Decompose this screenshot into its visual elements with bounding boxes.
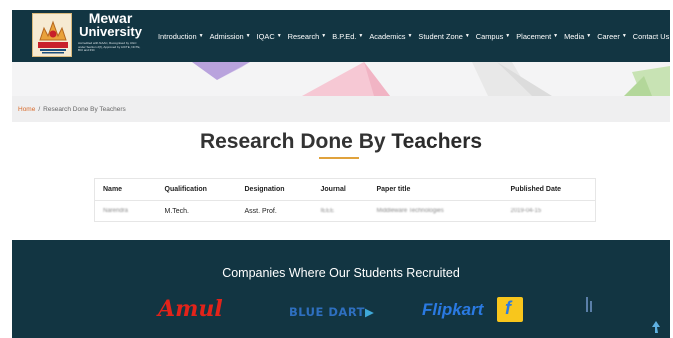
site-header: Mewar University Accredited with NAAC, R… <box>12 10 673 62</box>
nav-label: Research <box>287 31 320 41</box>
main-nav: Introduction ▼ Admission ▼ IQAC ▼ Research ▼… <box>158 10 673 62</box>
nav-item-admission[interactable]: Admission ▼ <box>210 32 251 41</box>
title-underline <box>319 157 359 159</box>
nav-item-bped[interactable]: B.P.Ed. ▼ <box>332 32 363 41</box>
nav-label: Academics <box>369 31 406 41</box>
page-title-part3: By <box>358 130 386 153</box>
bluedart-arrow-icon: ▶ <box>365 305 375 319</box>
nav-item-media[interactable]: Media ▼ <box>564 32 591 41</box>
paper-planes-graphic <box>192 62 670 96</box>
cell-designation: Asst. Prof. <box>236 200 313 222</box>
arrow-up-icon <box>652 321 660 333</box>
nav-item-student-zone[interactable]: Student Zone ▼ <box>418 32 469 41</box>
column-header-name: Name <box>94 178 157 201</box>
bluedart-logo: BLUE DART▶ <box>289 305 374 319</box>
breadcrumb-current: Research Done By Teachers <box>43 105 126 113</box>
nav-label: B.P.Ed. <box>332 31 357 41</box>
breadcrumb: Home / Research Done By Teachers <box>12 96 670 122</box>
nav-item-placement[interactable]: Placement ▼ <box>516 32 558 41</box>
recruiters-section: Companies Where Our Students Recruited A… <box>12 240 670 338</box>
caret-down-icon: ▼ <box>245 33 251 39</box>
caret-down-icon: ▼ <box>505 33 511 39</box>
caret-down-icon: ▼ <box>553 33 559 39</box>
research-table: Name Qualification Designation Journal P… <box>94 178 596 222</box>
caret-down-icon: ▼ <box>586 33 592 39</box>
column-header-published-date: Published Date <box>502 178 596 201</box>
research-table-container: Name Qualification Designation Journal P… <box>94 178 596 222</box>
caret-down-icon: ▼ <box>464 33 470 39</box>
page-title-part4: Teachers <box>391 130 483 153</box>
bluedart-logo-text: BLUE DART <box>289 305 366 319</box>
nav-label: Contact Us <box>632 31 670 41</box>
table-row: Narendra M.Tech. Asst. Prof. IEEE Middle… <box>94 200 596 222</box>
column-header-designation: Designation <box>236 178 313 201</box>
cell-published-date: 2019-04-15 <box>502 200 596 222</box>
nav-item-campus[interactable]: Campus ▼ <box>476 32 510 41</box>
nav-label: IQAC <box>256 31 275 41</box>
logo-fine-print: Accredited with NAAC, Recognised by UGC … <box>78 42 141 53</box>
page-title: Research Done By Teachers <box>12 130 670 154</box>
caret-down-icon: ▼ <box>358 33 364 39</box>
university-logo[interactable]: Mewar University Accredited with NAAC, R… <box>32 11 144 59</box>
nav-item-academics[interactable]: Academics ▼ <box>369 32 412 41</box>
breadcrumb-separator: / <box>38 105 41 113</box>
cell-qualification: M.Tech. <box>156 200 237 222</box>
university-name: Mewar University <box>77 11 144 39</box>
cell-name: Narendra <box>94 200 157 222</box>
nav-item-iqac[interactable]: IQAC ▼ <box>257 32 282 41</box>
recruiters-title: Companies Where Our Students Recruited <box>222 266 460 280</box>
caret-down-icon: ▼ <box>321 33 327 39</box>
logo-name-line2: University <box>79 24 142 39</box>
nav-item-career[interactable]: Career ▼ <box>597 32 627 41</box>
page-title-part2: Done <box>300 130 353 153</box>
caret-down-icon: ▼ <box>276 33 282 39</box>
nav-label: Admission <box>209 31 244 41</box>
nav-label: Campus <box>475 31 504 41</box>
table-header-row: Name Qualification Designation Journal P… <box>94 178 596 201</box>
nav-label: Career <box>597 31 620 41</box>
column-header-qualification: Qualification <box>156 178 237 201</box>
scroll-to-top-button[interactable] <box>650 320 662 334</box>
caret-down-icon: ▼ <box>621 33 627 39</box>
amul-logo: Amul <box>158 296 223 322</box>
nav-item-introduction[interactable]: Introduction ▼ <box>158 32 204 41</box>
cell-paper-title: Middleware Technologies <box>368 200 503 222</box>
nav-label: Introduction <box>158 31 197 41</box>
breadcrumb-home-link[interactable]: Home <box>18 106 35 113</box>
caret-down-icon: ▼ <box>198 33 204 39</box>
nav-item-contact-us[interactable]: Contact Us▼ <box>633 32 673 41</box>
flipkart-bag-icon: f <box>497 297 523 322</box>
decorative-banner <box>12 62 670 96</box>
nav-item-research[interactable]: Research ▼ <box>288 32 327 41</box>
flipkart-logo: Flipkart <box>422 300 484 319</box>
column-header-paper-title: Paper title <box>368 178 503 201</box>
nav-label: Media <box>564 31 585 41</box>
nav-label: Student Zone <box>418 31 463 41</box>
caret-down-icon: ▼ <box>407 33 413 39</box>
partial-recruiter-logo <box>584 297 596 321</box>
cell-journal: IEEE <box>312 200 369 222</box>
nav-label: Placement <box>516 31 552 41</box>
column-header-journal: Journal <box>312 178 369 201</box>
emblem-icon <box>32 13 72 57</box>
page-title-part1: Research <box>199 130 295 153</box>
